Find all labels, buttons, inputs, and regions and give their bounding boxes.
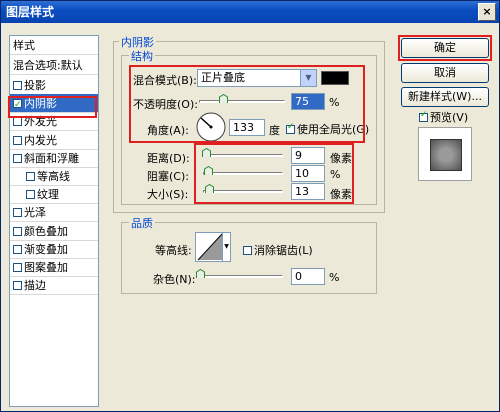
style-item-label: 光泽 xyxy=(24,206,46,219)
preview-thumbnail xyxy=(418,127,472,181)
style-item-label: 图案叠加 xyxy=(24,261,68,274)
noise-slider-track[interactable] xyxy=(197,275,283,278)
checkbox-icon[interactable] xyxy=(13,81,22,90)
style-item-label: 描边 xyxy=(24,279,46,292)
structure-legend: 结构 xyxy=(129,48,155,64)
noise-label: 杂色(N): xyxy=(153,273,196,286)
style-item-label: 渐变叠加 xyxy=(24,243,68,256)
layer-style-dialog: 图层样式 × 样式 混合选项:默认 投影内阴影外发光内发光斜面和浮雕等高线纹理光… xyxy=(0,0,500,412)
style-item[interactable]: 等高线 xyxy=(10,167,98,186)
style-item-label: 内发光 xyxy=(24,134,57,147)
checkbox-icon xyxy=(243,246,252,255)
noise-slider-thumb[interactable] xyxy=(196,269,205,278)
style-item[interactable]: 描边 xyxy=(10,276,98,295)
style-item-label: 斜面和浮雕 xyxy=(24,152,79,165)
title-bar: 图层样式 × xyxy=(1,1,499,23)
preview-swatch xyxy=(430,139,462,171)
close-button[interactable]: × xyxy=(478,3,496,21)
contour-label: 等高线: xyxy=(155,244,192,257)
distance-label: 距离(D): xyxy=(147,152,190,165)
style-item-label: 颜色叠加 xyxy=(24,225,68,238)
checkbox-icon[interactable] xyxy=(13,136,22,145)
noise-unit: % xyxy=(329,271,340,284)
highlight-structure-sliders xyxy=(194,143,354,204)
checkbox-icon[interactable] xyxy=(13,154,22,163)
style-item-label: 纹理 xyxy=(37,188,59,201)
quality-legend: 品质 xyxy=(129,215,155,231)
contour-picker[interactable]: ▼ xyxy=(195,232,231,262)
checkbox-icon[interactable] xyxy=(13,208,22,217)
dialog-title: 图层样式 xyxy=(6,5,55,19)
choke-label: 阻塞(C): xyxy=(147,170,189,183)
preview-checkbox[interactable]: 预览(V) xyxy=(419,109,468,125)
style-item[interactable]: 颜色叠加 xyxy=(10,222,98,241)
style-item[interactable]: 斜面和浮雕 xyxy=(10,149,98,168)
style-item[interactable]: 纹理 xyxy=(10,185,98,204)
checkmark-icon xyxy=(419,110,428,122)
checkbox-icon[interactable] xyxy=(13,117,22,126)
checkbox-icon[interactable] xyxy=(13,227,22,236)
checkbox-icon[interactable] xyxy=(26,190,35,199)
checkbox-icon[interactable] xyxy=(13,245,22,254)
cancel-button[interactable]: 取消 xyxy=(401,63,489,83)
chevron-down-icon: ▼ xyxy=(222,233,230,261)
antialias-label: 消除锯齿(L) xyxy=(254,244,313,257)
styles-list: 样式 混合选项:默认 投影内阴影外发光内发光斜面和浮雕等高线纹理光泽颜色叠加渐变… xyxy=(9,35,99,407)
noise-input[interactable]: 0 xyxy=(291,268,325,285)
antialias-checkbox[interactable]: 消除锯齿(L) xyxy=(243,242,313,258)
new-style-button[interactable]: 新建样式(W)... xyxy=(401,87,489,107)
style-item-label: 等高线 xyxy=(37,170,70,183)
highlight-ok-button xyxy=(398,35,492,61)
contour-curve-icon xyxy=(197,233,223,261)
styles-header[interactable]: 样式 xyxy=(10,36,98,55)
checkbox-icon[interactable] xyxy=(13,263,22,272)
style-item[interactable]: 图案叠加 xyxy=(10,258,98,277)
size-label: 大小(S): xyxy=(147,188,189,201)
checkbox-icon[interactable] xyxy=(13,281,22,290)
close-icon: × xyxy=(482,5,492,18)
highlight-inner-shadow-item xyxy=(8,96,97,118)
preview-label: 预览(V) xyxy=(430,111,469,124)
style-item-label: 投影 xyxy=(24,79,46,92)
style-item[interactable]: 内发光 xyxy=(10,131,98,150)
style-item[interactable]: 投影 xyxy=(10,76,98,95)
checkbox-icon[interactable] xyxy=(26,172,35,181)
style-item[interactable]: 光泽 xyxy=(10,203,98,222)
style-item[interactable]: 渐变叠加 xyxy=(10,240,98,259)
highlight-structure-top xyxy=(129,65,365,143)
blend-options-item[interactable]: 混合选项:默认 xyxy=(10,56,98,75)
